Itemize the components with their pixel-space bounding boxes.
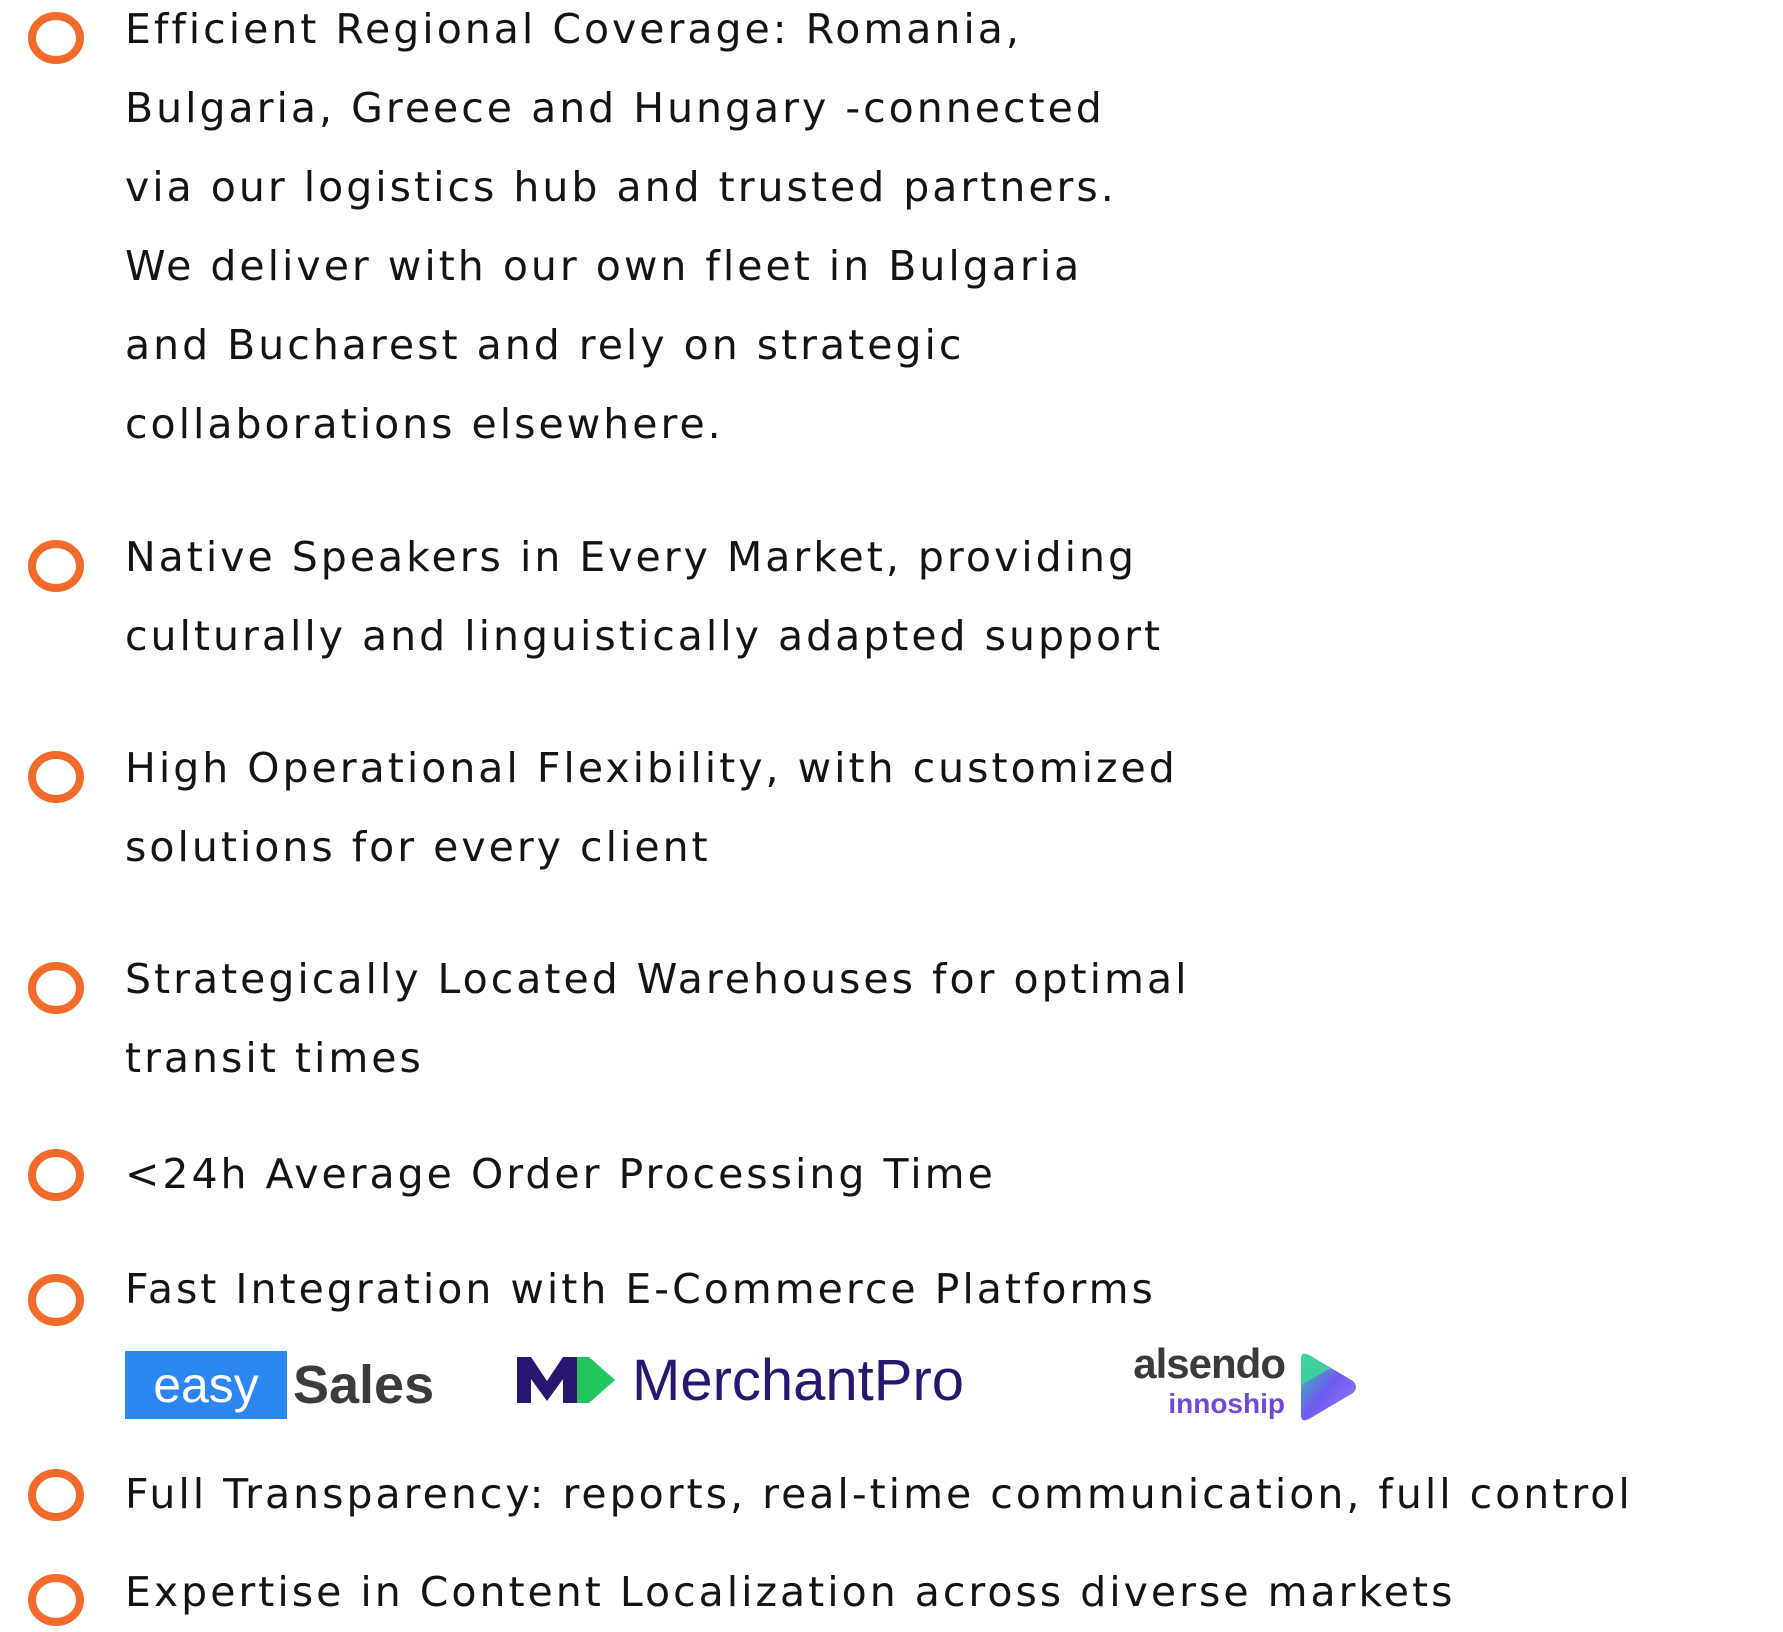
ring-bullet-icon bbox=[28, 1149, 84, 1201]
ring-bullet-icon bbox=[28, 1574, 84, 1626]
innoship-logo-text: innoship bbox=[1168, 1388, 1285, 1419]
list-item-text: Efficient Regional Coverage: Romania, Bu… bbox=[125, 5, 1117, 448]
ring-bullet-icon bbox=[28, 12, 84, 64]
merchantpro-logo-text: MerchantPro bbox=[632, 1348, 965, 1413]
innoship-play-icon bbox=[1301, 1353, 1356, 1421]
ring-bullet-icon bbox=[28, 1469, 84, 1521]
ecommerce-platform-logos: easy Sales MerchantPro alsendo innoship bbox=[125, 1340, 1425, 1433]
alsendo-innoship-logo: alsendo innoship bbox=[1115, 1340, 1375, 1433]
list-item-text: Strategically Located Warehouses for opt… bbox=[125, 955, 1190, 1082]
list-item-text: Expertise in Content Localization across… bbox=[125, 1568, 1456, 1616]
easysales-logo: easy Sales bbox=[125, 1343, 445, 1423]
merchantpro-mark-icon bbox=[517, 1357, 615, 1403]
list-item-text: Full Transparency: reports, real-time co… bbox=[125, 1470, 1633, 1518]
list-item-text: Native Speakers in Every Market, providi… bbox=[125, 533, 1164, 660]
list-item-text: Fast Integration with E-Commerce Platfor… bbox=[125, 1265, 1156, 1313]
ring-bullet-icon bbox=[28, 540, 84, 592]
easysales-logo-sales: Sales bbox=[293, 1355, 435, 1415]
list-item-text: <24h Average Order Processing Time bbox=[125, 1150, 996, 1198]
ring-bullet-icon bbox=[28, 751, 84, 803]
ring-bullet-icon bbox=[28, 962, 84, 1014]
ring-bullet-icon bbox=[28, 1274, 84, 1326]
merchantpro-logo: MerchantPro bbox=[517, 1343, 1037, 1423]
alsendo-logo-text: alsendo bbox=[1133, 1340, 1286, 1387]
list-item-text: High Operational Flexibility, with custo… bbox=[125, 744, 1178, 871]
easysales-logo-easy: easy bbox=[125, 1351, 287, 1419]
